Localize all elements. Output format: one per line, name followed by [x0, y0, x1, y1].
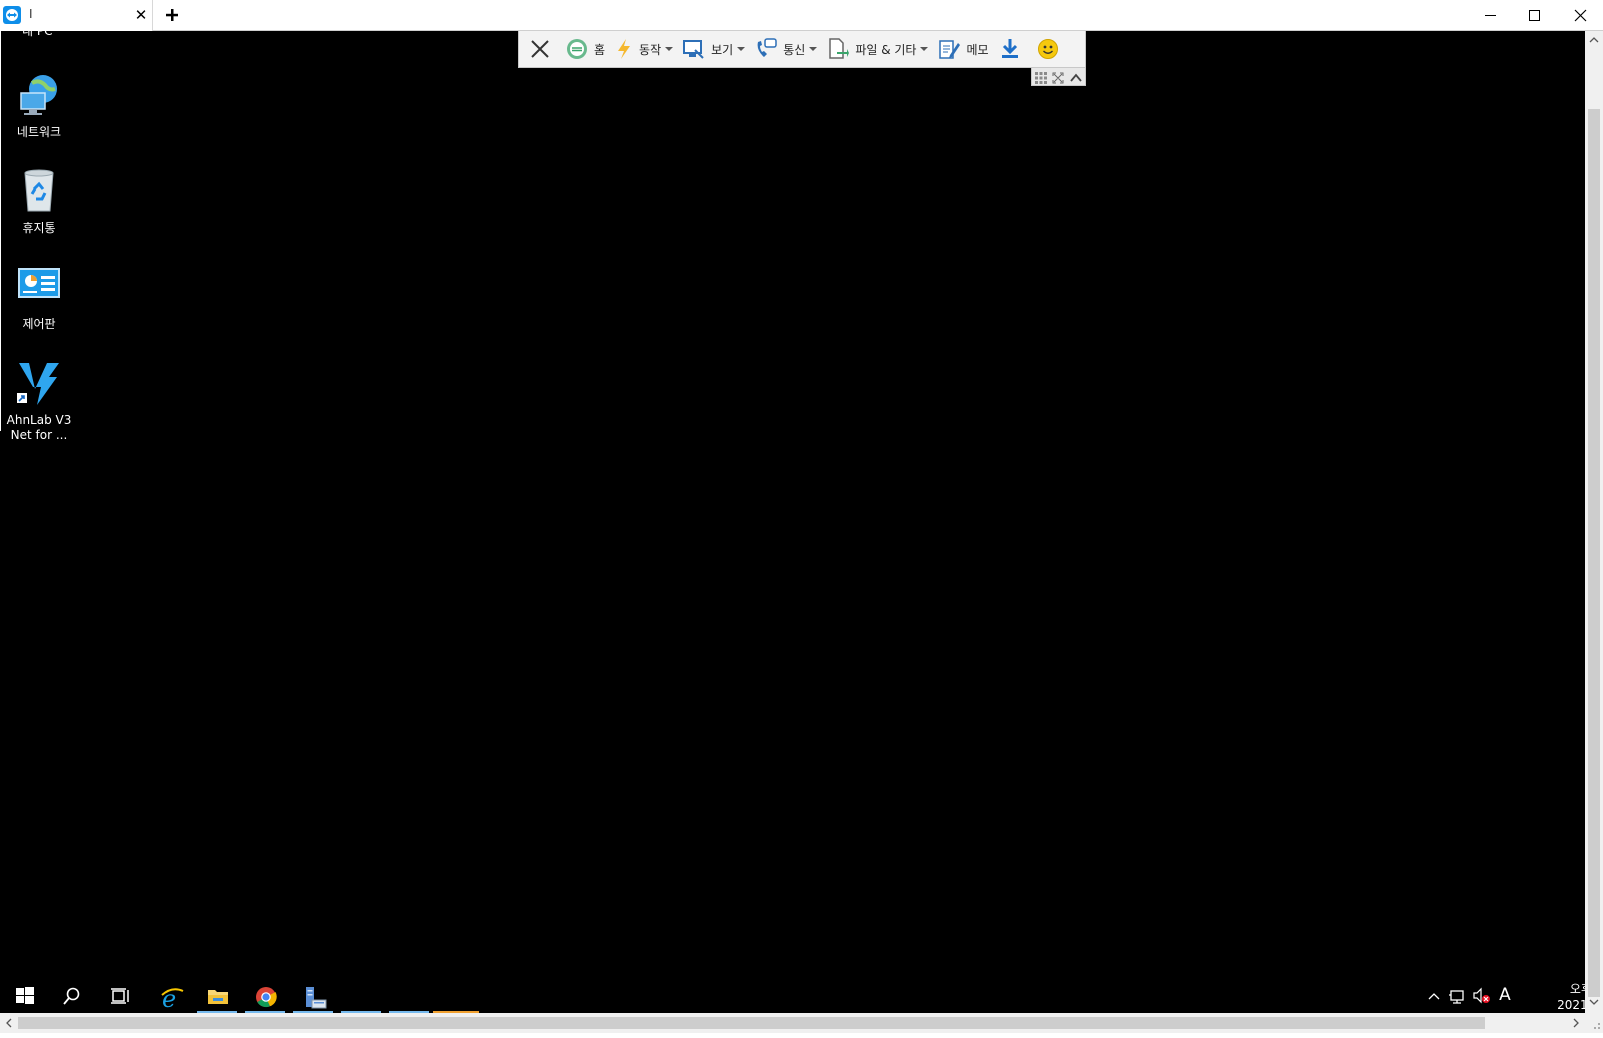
ahnlab-v3-icon: [17, 363, 59, 405]
search-button[interactable]: [52, 978, 92, 1013]
server-manager-icon: [306, 987, 327, 1009]
scrollbar-corner-grip[interactable]: [1585, 1013, 1603, 1033]
tab-title: I: [29, 7, 33, 21]
clock-line-2: 2021-: [1557, 998, 1585, 1012]
teamviewer-logo-icon: [3, 6, 21, 24]
show-hidden-icons-button[interactable]: [1424, 978, 1444, 1013]
feedback-smiley-button[interactable]: [1032, 34, 1070, 64]
task-view-icon: [111, 988, 129, 1004]
lightning-icon: [618, 39, 631, 59]
clock[interactable]: 오후 2021-: [1552, 981, 1585, 1013]
chrome-button[interactable]: [245, 978, 285, 1013]
end-session-button[interactable]: [525, 34, 561, 64]
toolbar-sub-controls: [1031, 68, 1086, 86]
desktop-icon-label: AhnLab V3 Net for ...: [6, 413, 72, 442]
chevron-down-icon: [809, 47, 818, 51]
scroll-down-arrow-icon[interactable]: [1585, 993, 1603, 1011]
phone-chat-icon: [757, 38, 777, 57]
scroll-left-arrow-icon[interactable]: [0, 1014, 18, 1032]
taskbar: e A 오 2021: [0, 978, 1585, 1013]
horizontal-scroll-thumb[interactable]: [18, 1017, 1485, 1029]
start-button[interactable]: [5, 978, 45, 1013]
title-bar: I ✕: [0, 0, 1603, 31]
files-extras-menu[interactable]: 파일 & 기타: [822, 34, 933, 64]
recycle-bin-icon: [24, 169, 54, 212]
view-label: 보기: [711, 42, 734, 57]
volume-tray-button[interactable]: [1471, 978, 1493, 1013]
memo-button[interactable]: 메모: [933, 34, 993, 64]
teamviewer-toolbar: 홈 동작 보기 통신 파일 & 기타 메모: [518, 31, 1086, 68]
download-button[interactable]: [994, 34, 1032, 64]
smiley-icon: [1037, 39, 1058, 59]
resize-grip-icon: [1594, 1023, 1600, 1029]
scroll-up-arrow-icon[interactable]: [1585, 31, 1603, 49]
minimize-button[interactable]: [1467, 0, 1512, 31]
maximize-button[interactable]: [1512, 0, 1557, 31]
desktop-icon-control-panel[interactable]: 제어판: [0, 263, 78, 332]
server-manager-button[interactable]: [293, 978, 333, 1013]
notepad-pencil-icon: [939, 40, 961, 59]
search-icon: [63, 987, 80, 1005]
home-label: 홈: [594, 42, 606, 57]
chevron-down-icon: [920, 47, 929, 51]
task-view-button[interactable]: [100, 978, 140, 1013]
internet-explorer-icon: e: [161, 986, 184, 1010]
desktop-icon-label-partial: 내 PC: [22, 31, 53, 38]
chevron-down-icon: [737, 47, 746, 51]
window-close-button[interactable]: [1558, 0, 1603, 31]
file-explorer-button[interactable]: [197, 978, 237, 1013]
monitor-view-icon: [683, 40, 704, 59]
vertical-scroll-thumb[interactable]: [1588, 109, 1600, 997]
memo-label: 메모: [966, 42, 989, 57]
download-icon: [1001, 39, 1018, 58]
actions-label: 동작: [639, 42, 662, 57]
close-icon: [1574, 9, 1587, 22]
tab-close-button[interactable]: ✕: [133, 6, 149, 24]
desktop-icon-recycle-bin[interactable]: 휴지통: [0, 167, 78, 236]
vertical-scrollbar[interactable]: [1585, 31, 1603, 1013]
file-transfer-icon: [829, 38, 850, 59]
session-tab[interactable]: I ✕: [0, 0, 153, 31]
remote-desktop-view[interactable]: 내 PC 네트워크 휴지통 제어판 AhnLab V3 Net for ... …: [0, 31, 1585, 1013]
chrome-icon: [256, 987, 277, 1008]
network-tray-icon: [1449, 990, 1464, 1004]
home-button[interactable]: 홈: [561, 34, 610, 64]
desktop-icon-network[interactable]: 네트워크: [0, 71, 78, 140]
desktop-icon-label: 네트워크: [16, 125, 62, 139]
chevron-up-icon[interactable]: [1069, 70, 1083, 84]
communicate-menu[interactable]: 통신: [750, 34, 822, 64]
fullscreen-icon[interactable]: [1051, 70, 1065, 84]
taskbar-slot-active[interactable]: [433, 978, 479, 1013]
close-icon: [531, 40, 549, 58]
desktop-icon-ahnlab-v3[interactable]: AhnLab V3 Net for ...: [0, 359, 78, 443]
network-icon: [20, 75, 57, 115]
actions-menu[interactable]: 동작: [610, 34, 678, 64]
home-teamviewer-icon: [567, 39, 587, 59]
chevron-down-icon: [665, 47, 674, 51]
view-menu[interactable]: 보기: [678, 34, 750, 64]
grid-handle-icon[interactable]: [1034, 70, 1048, 84]
new-tab-plus-icon[interactable]: [162, 5, 182, 25]
input-method-button[interactable]: A: [1495, 978, 1515, 1013]
chevron-up-icon: [1428, 993, 1440, 1000]
internet-explorer-button[interactable]: e: [150, 978, 190, 1013]
start-icon: [16, 987, 34, 1004]
file-explorer-icon: [208, 990, 228, 1004]
minimize-icon: [1485, 15, 1496, 16]
taskbar-slot-running[interactable]: [389, 978, 429, 1013]
volume-muted-icon: [1473, 987, 1490, 1004]
horizontal-scrollbar[interactable]: [0, 1013, 1585, 1033]
control-panel-icon: [18, 268, 60, 298]
desktop-icon-label: 휴지통: [22, 221, 56, 235]
desktop-icon-label: 제어판: [22, 317, 56, 331]
communicate-label: 통신: [783, 42, 806, 57]
network-tray-button[interactable]: [1447, 978, 1469, 1013]
ime-label: A: [1499, 985, 1511, 1005]
maximize-icon: [1529, 10, 1540, 21]
files-extras-label: 파일 & 기타: [855, 42, 917, 57]
clock-line-1: 오후: [1569, 982, 1585, 996]
scroll-right-arrow-icon[interactable]: [1567, 1014, 1585, 1032]
taskbar-slot-running[interactable]: [341, 978, 381, 1013]
